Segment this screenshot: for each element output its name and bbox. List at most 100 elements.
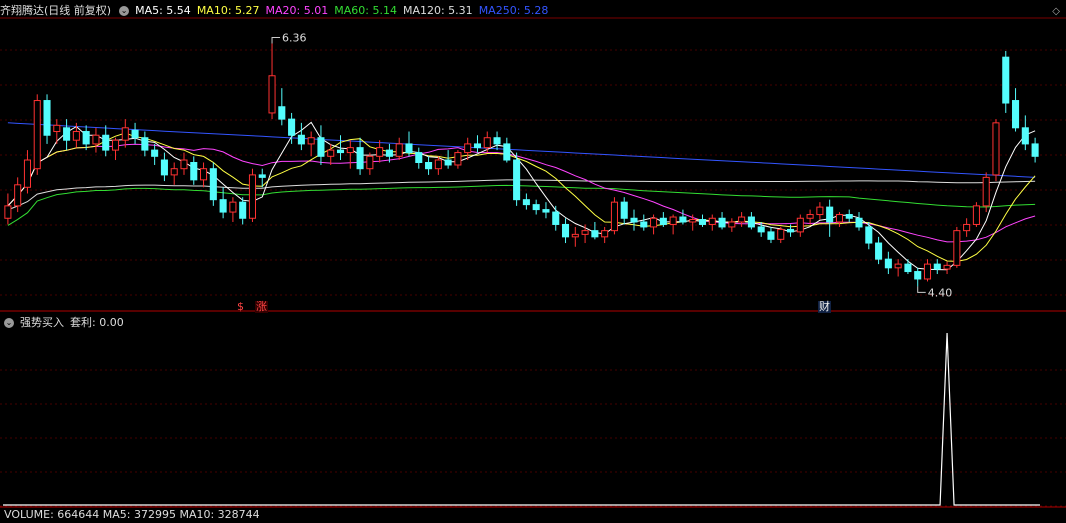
candle-body (513, 159, 521, 201)
candle-body (356, 147, 364, 170)
candle-body (522, 199, 530, 206)
candle-body (4, 205, 12, 219)
candle-body (160, 159, 168, 176)
candle-body (151, 149, 159, 157)
candle-body (698, 219, 707, 225)
candle-body (923, 263, 932, 280)
candle-body (1021, 127, 1029, 145)
candle-body (718, 217, 726, 228)
candle-body (894, 263, 902, 269)
annotation-leader (271, 37, 281, 44)
candle-body (796, 217, 804, 233)
candle-body (229, 201, 237, 213)
indicator-header: ⌄ 强势买入 套利: 0.00 (0, 315, 130, 331)
candle-body (953, 230, 961, 266)
candle-body (327, 149, 335, 157)
stock-name: 齐翔腾达(日线 前复权) (0, 4, 112, 17)
candle-body (444, 159, 452, 166)
candle-body (689, 219, 697, 223)
ma20-line (7, 143, 1036, 243)
candle-body (552, 211, 560, 225)
candle-body (278, 106, 286, 120)
annotation-leader (917, 286, 926, 293)
candle-body (835, 214, 843, 223)
candle-body (434, 159, 442, 170)
diamond-icon[interactable]: ◇ (1052, 6, 1060, 17)
ma10-line (7, 132, 1036, 262)
candle-body (268, 75, 276, 114)
candle-body (170, 168, 178, 176)
candle-body (757, 226, 765, 233)
candle-body (571, 233, 579, 238)
candle-body (248, 174, 256, 219)
candle-body (542, 209, 550, 213)
candle-body (53, 124, 61, 133)
candle-body (1031, 143, 1039, 157)
candle-body (1002, 56, 1010, 104)
candle-body (943, 264, 951, 270)
candle-body (180, 159, 188, 170)
candle-body (845, 214, 853, 219)
candle-body (473, 143, 482, 149)
indicator-line (3, 332, 1040, 506)
volume-header: VOLUME: 664644 MA5: 372995 MA10: 328744 (0, 507, 266, 523)
ma120-label: MA120: 5.31 (402, 4, 473, 17)
candle-body (972, 205, 980, 225)
candle-body (591, 230, 599, 238)
ma10-label: MA10: 5.27 (196, 4, 260, 17)
ma20-label: MA20: 5.01 (265, 4, 329, 17)
candle-body (464, 143, 472, 154)
candle-body (1012, 100, 1020, 129)
candle-body (102, 134, 110, 151)
candle-body (200, 168, 208, 181)
candle-body (258, 174, 266, 178)
candle-body (43, 100, 51, 136)
chevron-down-icon[interactable]: ⌄ (119, 6, 130, 16)
chevron-down-icon[interactable]: ⌄ (4, 318, 14, 328)
candle-body (395, 143, 403, 157)
candle-body (679, 216, 687, 223)
candle-body (297, 134, 305, 145)
candle-body (317, 137, 325, 157)
candle-body (219, 199, 227, 213)
arbitrage-value: 套利: 0.00 (70, 316, 124, 329)
candle-body (376, 147, 384, 157)
candle-body (454, 152, 462, 166)
candle-body (816, 206, 824, 216)
chart-canvas[interactable]: 6.36 4.40 齐翔腾达(日线 前复权) ⌄ MA5: 5.54 MA10: 5.2… (0, 0, 1066, 521)
candle-body (708, 217, 716, 225)
candle-body (561, 223, 570, 238)
candle-body (209, 168, 217, 201)
candle-body (630, 217, 638, 223)
ma60-line (7, 184, 1036, 226)
volume-label: VOLUME: 664644 MA5: 372995 MA10: 328744 (4, 508, 260, 521)
candle-body (336, 149, 345, 154)
candle-body (640, 221, 648, 228)
candle-body (72, 131, 80, 141)
candle-body (963, 223, 971, 232)
candle-body (581, 230, 589, 235)
candle-body (190, 162, 198, 181)
candle-body (669, 216, 677, 225)
candle-body (659, 217, 667, 225)
candle-body (131, 129, 139, 139)
candle-body (738, 216, 746, 223)
candle-body (23, 159, 31, 188)
candle-body (503, 143, 511, 161)
candle-body (483, 137, 491, 149)
candle-body (767, 231, 775, 240)
indicator-name: 强势买入 (20, 316, 64, 329)
s-marker: $ (237, 300, 244, 313)
main-chart-header: 齐翔腾达(日线 前复权) ⌄ MA5: 5.54 MA10: 5.27 MA20: 5.… (0, 3, 554, 19)
candle-body (884, 258, 892, 269)
candle-body (904, 263, 912, 273)
candle-body (346, 147, 354, 154)
zhang-marker: 涨 (255, 300, 268, 313)
candle-body (865, 226, 873, 244)
candle-body (141, 137, 149, 151)
candle-body (63, 127, 71, 141)
candle-body (650, 217, 658, 228)
high-price-label: 6.36 (282, 32, 307, 45)
candle-body (933, 263, 941, 270)
candle-body (307, 137, 315, 145)
